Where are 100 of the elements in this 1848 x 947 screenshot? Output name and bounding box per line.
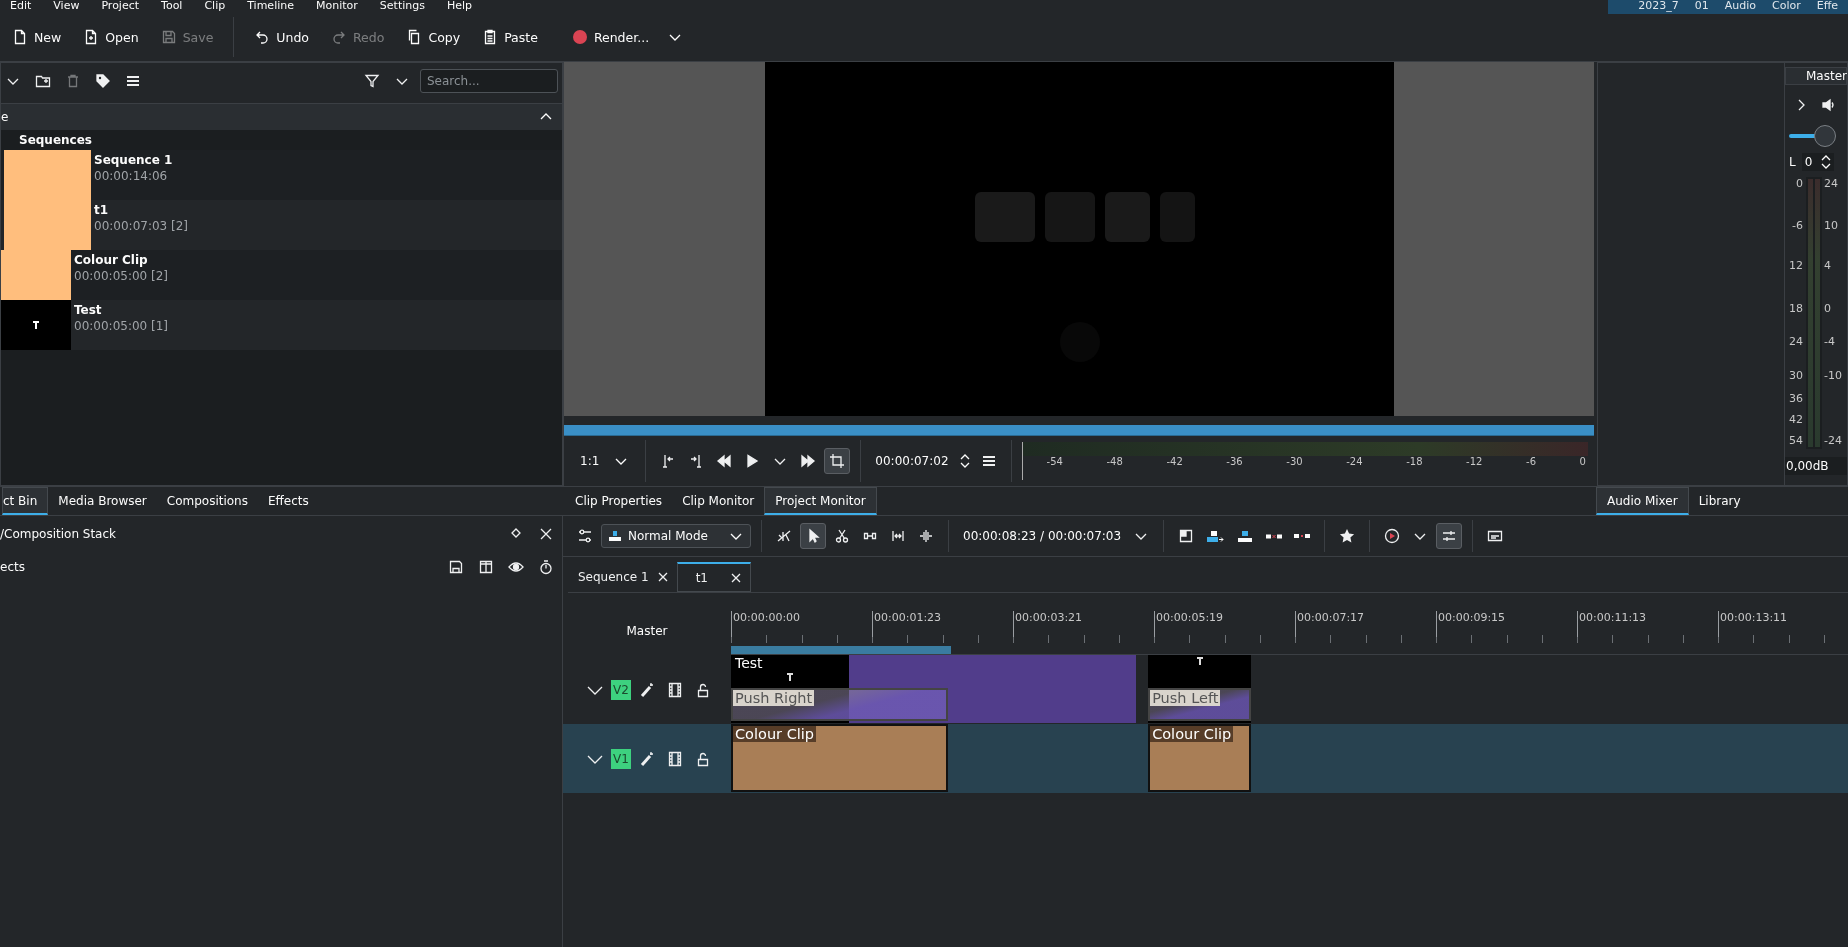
menu-item[interactable]: Clip — [204, 0, 226, 11]
gain-scale-label: -24 — [1824, 434, 1842, 447]
menu-icon — [125, 73, 141, 89]
gain-reading[interactable]: 0,00dB — [1785, 457, 1847, 475]
menu-item[interactable]: Help — [446, 0, 473, 11]
toolbar-button[interactable]: Undo — [246, 24, 317, 50]
thumbnail — [1, 250, 71, 300]
ruler-label: 00:00:00:00 — [731, 611, 801, 637]
toolbar-button[interactable]: Render... — [563, 24, 658, 50]
track-badge[interactable]: V2 — [611, 679, 631, 700]
record-icon — [571, 29, 588, 45]
meter-scale-label: -12 — [1466, 456, 1483, 467]
clip-name[interactable]: Test — [74, 303, 169, 317]
panel-tab[interactable]: Project Monitor — [764, 487, 877, 515]
panel-tab[interactable]: Audio Mixer — [1596, 487, 1689, 515]
remove-icon — [1266, 533, 1283, 539]
undo-icon — [254, 29, 271, 45]
menu-item[interactable]: Edit — [10, 0, 32, 11]
meter-scale-label: -48 — [1106, 456, 1123, 467]
ruler-label: 00:00:13:11 — [1718, 611, 1788, 637]
meter-scale-label: 42 — [1789, 413, 1803, 426]
balance-label: L — [1789, 155, 1796, 169]
layout-tab[interactable]: Audio — [1724, 0, 1756, 12]
color-clip[interactable]: Colour Clip — [1148, 724, 1251, 792]
ruler-label: 00:00:11:13 — [1577, 611, 1647, 637]
layout-tab[interactable]: 2023_7 — [1638, 0, 1679, 12]
meter-scale-label: -36 — [1226, 456, 1243, 467]
master-label[interactable]: Master — [626, 624, 668, 638]
folder-icon — [35, 73, 51, 89]
zoom-dropdown[interactable]: 1:1 — [574, 450, 636, 472]
gain-scale-label: -4 — [1824, 335, 1835, 348]
search-field[interactable]: Search... — [420, 69, 558, 93]
toolbar-button[interactable]: Paste — [474, 24, 546, 50]
tag-icon — [95, 73, 111, 89]
timecode[interactable]: 00:00:07:02 — [871, 454, 953, 468]
timecode: 00:00:08:23 / 00:00:07:03 — [962, 529, 1123, 543]
composition[interactable]: Push Right — [731, 688, 949, 721]
subtitle-icon — [1487, 528, 1504, 544]
panel-tab[interactable]: Media Browser — [48, 487, 157, 515]
toolbar-button[interactable]: Open — [75, 24, 147, 50]
tool-button[interactable] — [800, 523, 826, 549]
panel-tab[interactable]: Clip Properties — [565, 487, 673, 515]
layout-tab[interactable]: 01 — [1694, 0, 1709, 12]
star-icon — [1339, 528, 1356, 544]
panel-tab[interactable]: Clip Monitor — [672, 487, 765, 515]
meter-scale-label: 18 — [1789, 302, 1803, 315]
menu-item[interactable]: Tool — [161, 0, 183, 11]
composition[interactable]: Push Left — [1148, 688, 1251, 721]
file-icon — [12, 29, 28, 45]
meter-scale-label: -30 — [1286, 456, 1303, 467]
toolbar-button[interactable]: New — [4, 24, 70, 50]
clip-name: Test — [734, 655, 764, 671]
sequence-tab[interactable]: t1 — [676, 562, 751, 592]
menu-item[interactable]: Monitor — [316, 0, 358, 11]
meter-scale-label: -54 — [1046, 456, 1063, 467]
meter-scale-label: -24 — [1346, 456, 1363, 467]
clip-name[interactable]: t1 — [94, 203, 189, 217]
track-badge[interactable]: V1 — [611, 748, 631, 769]
rewind-icon — [716, 453, 733, 469]
meter-scale-label: -6 — [1526, 456, 1536, 467]
toolbar-button[interactable]: Copy — [398, 24, 469, 50]
mode-dropdown[interactable]: Normal Mode — [601, 524, 751, 548]
menu-item[interactable]: Timeline — [247, 0, 294, 11]
insert-icon — [1206, 528, 1225, 544]
panel-tab[interactable]: Compositions — [156, 487, 258, 515]
film-icon — [666, 681, 683, 698]
clip-name[interactable]: Sequence 1 — [94, 153, 173, 167]
panel-tab[interactable]: ct Bin — [2, 487, 49, 515]
split-view-icon — [478, 559, 494, 575]
crop-button[interactable] — [824, 448, 851, 474]
overlay-icon — [1178, 528, 1195, 544]
clip-name[interactable]: Colour Clip — [74, 253, 169, 267]
meter-scale-label: -42 — [1166, 456, 1183, 467]
menu-item[interactable]: Project — [101, 0, 140, 11]
slip-icon — [918, 528, 934, 544]
gain-scale-label: 24 — [1824, 177, 1838, 190]
panel-tab[interactable]: Library — [1688, 487, 1751, 515]
clip[interactable] — [848, 655, 1137, 723]
meter-scale-label: 36 — [1789, 392, 1803, 405]
clip-duration: 00:00:07:03 [2] — [94, 219, 189, 233]
wand-icon — [638, 750, 655, 767]
panel-tab[interactable]: Effects — [258, 487, 319, 515]
lift-icon — [1236, 528, 1255, 544]
channel-name: Master — [1785, 67, 1847, 85]
film-icon — [666, 750, 683, 767]
sequence-tab[interactable]: Sequence 1 — [568, 562, 677, 592]
menu-item[interactable]: Settings — [379, 0, 425, 11]
clip-name: Colour Clip — [733, 726, 817, 742]
column-header[interactable]: e — [1, 110, 9, 124]
layout-tab[interactable]: Color — [1771, 0, 1801, 12]
menu-item[interactable]: View — [53, 0, 80, 11]
color-clip[interactable]: Colour Clip — [731, 724, 949, 792]
close-icon — [538, 526, 554, 542]
meter-scale-label: 54 — [1789, 434, 1803, 447]
gain-scale-label: 0 — [1824, 302, 1831, 315]
balance-field[interactable]: 0 — [1801, 153, 1835, 171]
meter-scale-label: 0 — [1579, 456, 1586, 467]
layout-tab[interactable]: Effe — [1816, 0, 1838, 12]
ruler-label: 00:00:05:19 — [1154, 611, 1224, 637]
mixer-toggle-button[interactable] — [1436, 523, 1463, 549]
